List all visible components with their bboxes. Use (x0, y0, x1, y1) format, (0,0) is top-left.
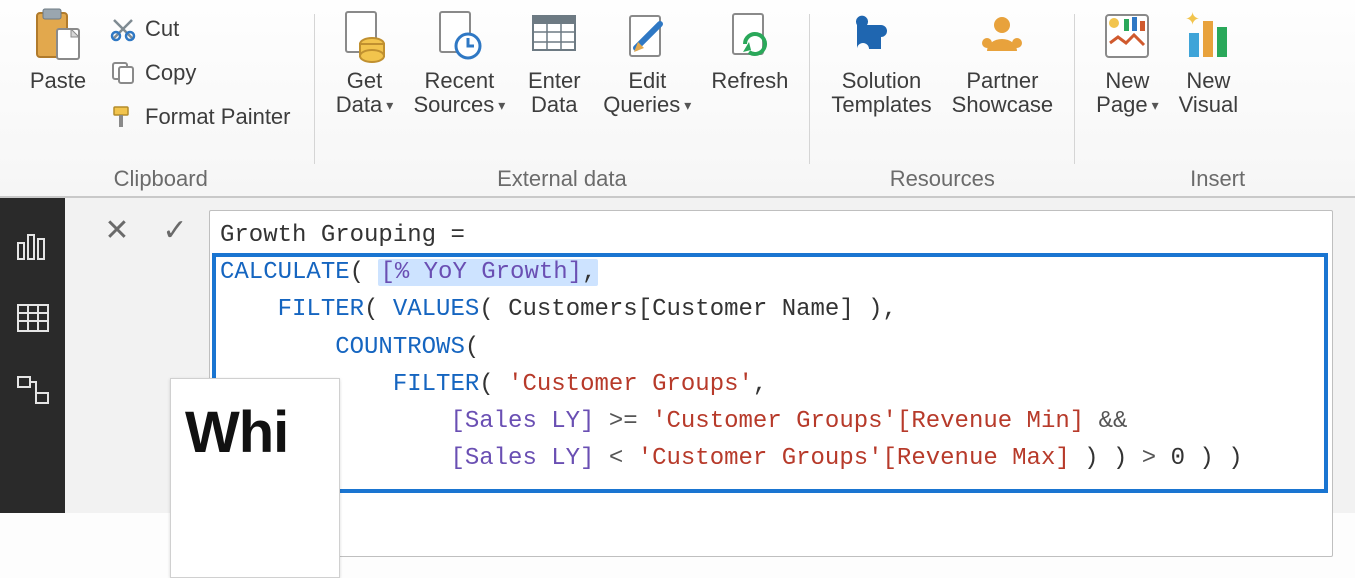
data-view-button[interactable] (15, 300, 51, 336)
format-painter-icon (109, 103, 137, 131)
solution-templates-button[interactable]: Solution Templates (824, 4, 938, 120)
get-data-l1: Get (347, 69, 382, 93)
refresh-icon (721, 7, 779, 65)
enter-data-button[interactable]: Enter Data (518, 4, 590, 120)
partner-l1: Partner (966, 69, 1038, 93)
recent-sources-button[interactable]: Recent Sources (407, 4, 513, 120)
new-page-icon (1098, 7, 1156, 65)
cut-icon (109, 15, 137, 43)
svg-text:✦: ✦ (1185, 9, 1200, 29)
formula-input[interactable]: Growth Grouping = CALCULATE( [% YoY Grow… (209, 210, 1333, 557)
recent-l1: Recent (425, 69, 495, 93)
report-view-button[interactable] (15, 228, 51, 264)
model-view-button[interactable] (15, 372, 51, 408)
formula-commit-button[interactable]: ✓ (151, 210, 199, 250)
ribbon-separator (1074, 14, 1075, 164)
formula-cancel-button[interactable]: ✕ (93, 210, 141, 250)
solution-l1: Solution (842, 69, 922, 93)
cut-button[interactable]: Cut (100, 10, 300, 48)
format-painter-button[interactable]: Format Painter (100, 98, 300, 136)
solution-l2: Templates (831, 93, 931, 117)
get-data-l2: Data (336, 93, 394, 117)
copy-button[interactable]: Copy (100, 54, 300, 92)
new-page-button[interactable]: New Page (1089, 4, 1165, 120)
group-resources: Solution Templates Partner Showcase Reso… (816, 4, 1068, 196)
ribbon: Paste Cut (0, 0, 1355, 198)
puzzle-icon (853, 7, 911, 65)
edit-l2: Queries (603, 93, 691, 117)
copy-icon (109, 59, 137, 87)
get-data-icon (336, 7, 394, 65)
format-painter-label: Format Painter (145, 104, 291, 130)
paste-icon (29, 7, 87, 65)
copy-label: Copy (145, 60, 196, 86)
page-title-fragment: Whi (185, 399, 325, 466)
group-insert: New Page ✦ New Visual Insert (1081, 4, 1253, 196)
edit-queries-button[interactable]: Edit Queries (596, 4, 698, 120)
group-external-data: Get Data Recent Sources (321, 4, 804, 196)
view-sidebar (0, 198, 65, 513)
new-visual-button[interactable]: ✦ New Visual (1172, 4, 1246, 120)
group-label-external: External data (329, 160, 796, 192)
new-visual-l2: Visual (1179, 93, 1239, 117)
group-label-clipboard: Clipboard (22, 160, 300, 192)
partner-icon (973, 7, 1031, 65)
enter-l1: Enter (528, 69, 581, 93)
formula-line1: Growth Grouping = (220, 222, 479, 249)
new-visual-l1: New (1186, 69, 1230, 93)
edit-l1: Edit (628, 69, 666, 93)
partner-l2: Showcase (952, 93, 1054, 117)
ribbon-separator (314, 14, 315, 164)
new-page-l1: New (1105, 69, 1149, 93)
canvas-area: ✕ ✓ Growth Grouping = CALCULATE( [% YoY … (65, 198, 1355, 513)
new-visual-icon: ✦ (1179, 7, 1237, 65)
refresh-label: Refresh (711, 69, 788, 93)
enter-l2: Data (531, 93, 577, 117)
group-label-resources: Resources (824, 160, 1060, 192)
enter-data-icon (525, 7, 583, 65)
new-page-l2: Page (1096, 93, 1158, 117)
cut-label: Cut (145, 16, 179, 42)
paste-label: Paste (30, 69, 86, 93)
paste-button[interactable]: Paste (22, 4, 94, 96)
partner-showcase-button[interactable]: Partner Showcase (945, 4, 1061, 120)
recent-l2: Sources (414, 93, 506, 117)
refresh-button[interactable]: Refresh (704, 4, 795, 120)
group-label-insert: Insert (1089, 160, 1245, 192)
recent-sources-icon (430, 7, 488, 65)
workspace: ✕ ✓ Growth Grouping = CALCULATE( [% YoY … (0, 198, 1355, 513)
ribbon-separator (809, 14, 810, 164)
edit-queries-icon (618, 7, 676, 65)
get-data-button[interactable]: Get Data (329, 4, 401, 120)
report-page-thumbnail[interactable]: Whi (170, 378, 340, 578)
group-clipboard: Paste Cut (14, 4, 308, 196)
